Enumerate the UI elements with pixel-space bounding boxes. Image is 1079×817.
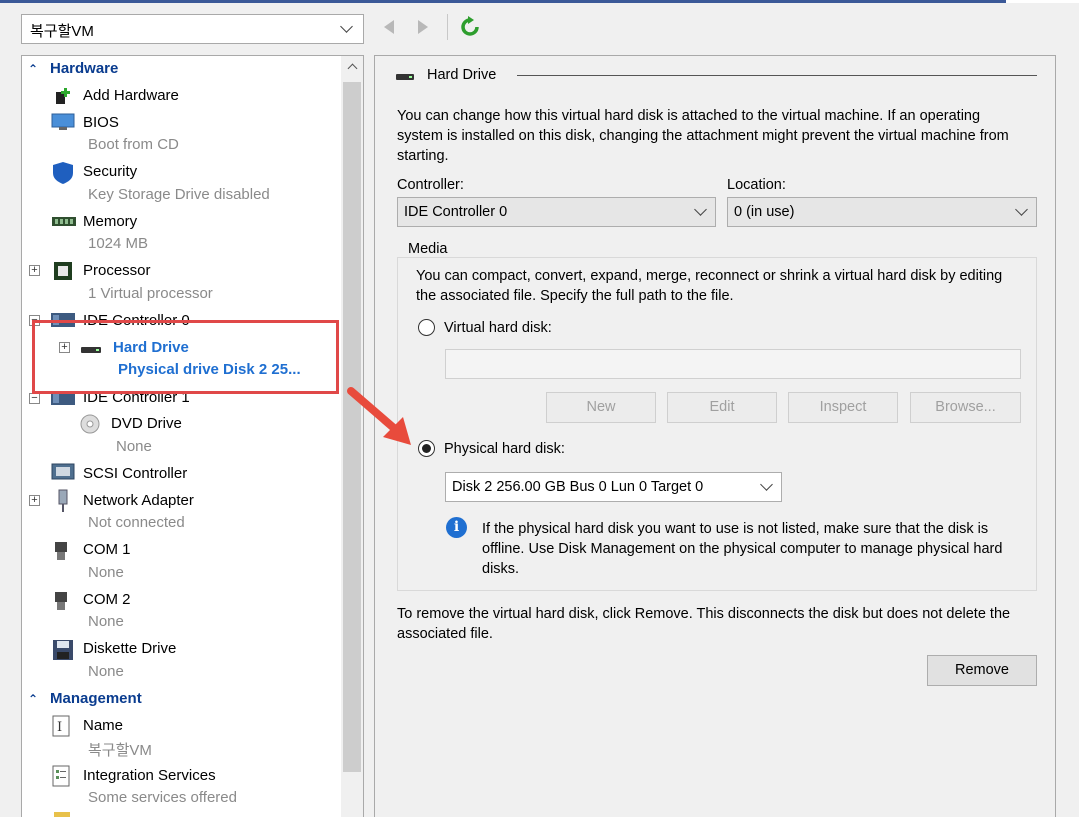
highlight-annotation-box	[32, 320, 339, 394]
controller-dropdown[interactable]: IDE Controller 0	[397, 197, 716, 227]
collapse-icon[interactable]: ⌃	[28, 62, 50, 76]
tree-item-integration-services[interactable]: Integration Services	[83, 767, 216, 784]
inspect-button[interactable]: Inspect	[788, 392, 898, 423]
collapse-ide1-icon[interactable]: −	[29, 393, 40, 404]
tree-item-com2-sub: None	[88, 613, 124, 630]
tree-item-processor[interactable]: Processor	[83, 262, 151, 279]
vm-selector-value: 복구할VM	[30, 23, 94, 40]
physical-disk-dropdown[interactable]: Disk 2 256.00 GB Bus 0 Lun 0 Target 0	[445, 472, 782, 502]
chevron-down-icon	[340, 20, 353, 33]
network-adapter-icon	[58, 489, 68, 512]
com-port-icon	[55, 542, 67, 560]
forward-arrow-icon[interactable]	[418, 20, 428, 34]
section-title-rule	[517, 75, 1037, 76]
tree-item-bios-sub: Boot from CD	[88, 136, 179, 153]
tree-item-integration-services-sub: Some services offered	[88, 789, 237, 806]
integration-services-icon	[52, 765, 70, 787]
tree-item-com2[interactable]: COM 2	[83, 591, 131, 608]
section-title: Hard Drive	[427, 67, 497, 83]
window-top-border	[0, 0, 1010, 3]
media-description: You can compact, convert, expand, merge,…	[416, 268, 1003, 304]
tree-item-memory-sub: 1024 MB	[88, 235, 149, 252]
remove-instructions: To remove the virtual hard disk, click R…	[397, 606, 1011, 642]
name-icon: I	[52, 715, 70, 737]
browse-button[interactable]: Browse...	[910, 392, 1021, 423]
expand-network-icon[interactable]: +	[29, 495, 40, 506]
scsi-icon	[51, 463, 75, 480]
tree-item-add-hardware[interactable]: Add Hardware	[83, 87, 179, 104]
management-section-header[interactable]: ⌃ Management	[28, 690, 142, 707]
collapse-icon-2[interactable]: ⌃	[28, 692, 50, 706]
controller-label: Controller:	[397, 177, 464, 193]
chevron-down-icon-2	[694, 203, 707, 216]
tree-item-dvd-drive-sub: None	[116, 438, 152, 455]
vm-selector-dropdown[interactable]: 복구할VM	[21, 14, 364, 44]
tree-item-name[interactable]: Name	[83, 717, 123, 734]
chevron-down-icon-3	[1015, 203, 1028, 216]
annotation-arrow-icon	[347, 387, 411, 445]
scroll-up-icon[interactable]	[347, 63, 358, 74]
com-port-icon-2	[55, 592, 67, 610]
info-text: If the physical hard disk you want to us…	[482, 521, 1003, 577]
tree-item-security[interactable]: Security	[83, 163, 137, 180]
location-value: 0 (in use)	[734, 204, 795, 220]
tree-item-network-adapter[interactable]: Network Adapter	[83, 492, 194, 509]
hardware-section-header[interactable]: ⌃ Hardware	[28, 60, 118, 77]
tree-item-diskette-drive[interactable]: Diskette Drive	[83, 640, 176, 657]
new-button[interactable]: New	[546, 392, 656, 423]
remove-button[interactable]: Remove	[927, 655, 1037, 686]
tree-item-scsi-controller[interactable]: SCSI Controller	[83, 465, 187, 482]
tree-item-dvd-drive[interactable]: DVD Drive	[111, 415, 182, 432]
virtual-disk-label: Virtual hard disk:	[444, 320, 552, 336]
refresh-icon[interactable]	[459, 16, 481, 38]
tree-item-name-sub: 복구할VM	[88, 742, 152, 759]
physical-disk-value: Disk 2 256.00 GB Bus 0 Lun 0 Target 0	[452, 479, 704, 495]
expand-processor-icon[interactable]: +	[29, 265, 40, 276]
chevron-down-icon-4	[760, 478, 773, 491]
tree-item-diskette-drive-sub: None	[88, 663, 124, 680]
media-group-label: Media	[404, 241, 452, 257]
tree-item-processor-sub: 1 Virtual processor	[88, 285, 213, 302]
physical-disk-label: Physical hard disk:	[444, 441, 565, 457]
memory-icon	[52, 217, 76, 226]
tree-item-memory[interactable]: Memory	[83, 213, 137, 230]
tree-item-security-sub: Key Storage Drive disabled	[88, 186, 270, 203]
toolbar-divider	[447, 14, 448, 40]
tree-item-com1-sub: None	[88, 564, 124, 581]
dvd-icon	[80, 414, 100, 434]
tree-item-com1[interactable]: COM 1	[83, 541, 131, 558]
tree-item-bios[interactable]: BIOS	[83, 114, 119, 131]
physical-disk-radio[interactable]	[418, 440, 435, 457]
svg-text:I: I	[57, 720, 62, 735]
back-arrow-icon[interactable]	[384, 20, 394, 34]
processor-icon	[54, 262, 72, 280]
intro-text: You can change how this virtual hard dis…	[397, 108, 1009, 164]
controller-value: IDE Controller 0	[404, 204, 508, 220]
hard-drive-icon-2	[396, 74, 414, 80]
info-icon: i	[446, 517, 467, 538]
checkpoints-icon	[54, 812, 70, 817]
virtual-disk-radio[interactable]	[418, 319, 435, 336]
floppy-icon	[53, 640, 73, 660]
add-hardware-icon	[56, 88, 70, 104]
edit-button[interactable]: Edit	[667, 392, 777, 423]
virtual-disk-path-input[interactable]	[445, 349, 1021, 379]
location-dropdown[interactable]: 0 (in use)	[727, 197, 1037, 227]
monitor-icon	[51, 113, 75, 130]
window-top-gap	[1006, 0, 1079, 3]
shield-icon	[53, 162, 73, 184]
tree-item-network-adapter-sub: Not connected	[88, 514, 185, 531]
location-label: Location:	[727, 177, 786, 193]
